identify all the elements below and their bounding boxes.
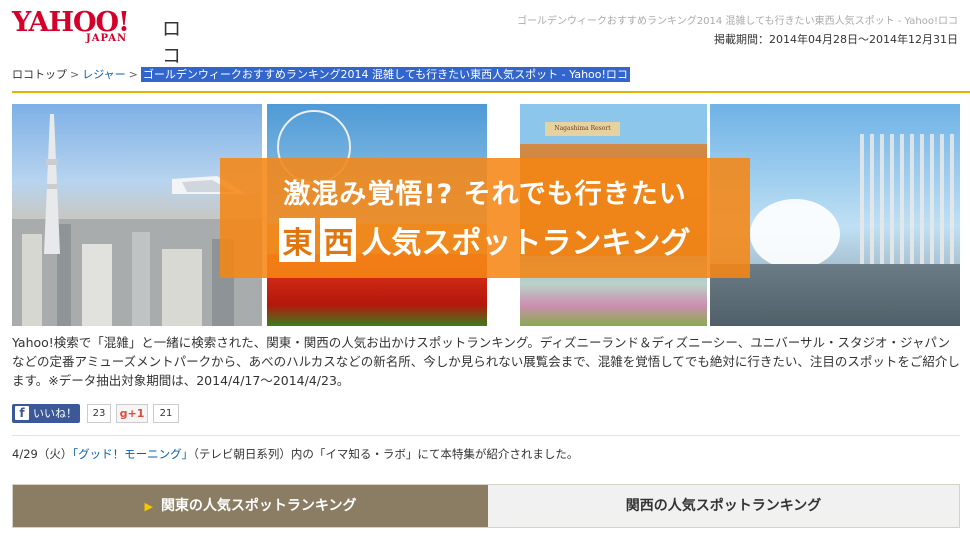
breadcrumb-separator: >	[128, 68, 138, 81]
breadcrumb-loco-top[interactable]: ロコトップ	[12, 68, 67, 81]
tv-note-rest: （テレビ朝日系列）内の「イマ知る・ラボ」にて本特集が紹介されました。	[193, 447, 579, 461]
ranking-tabs: ▶ 関東の人気スポットランキング 関西の人気スポットランキング	[12, 484, 960, 528]
west-box: 西	[320, 218, 357, 262]
play-arrow-icon: ▶	[144, 500, 153, 513]
yahoo-loco-logo[interactable]: YAHOO! JAPAN ロコ	[12, 8, 192, 68]
tab-kansai-label: 関西の人気スポットランキング	[625, 498, 822, 514]
tab-kansai-ranking[interactable]: 関西の人気スポットランキング	[488, 485, 959, 527]
hero-headline-rest: 人気スポットランキング	[361, 226, 691, 261]
tv-note-date: 4/29（火）	[12, 447, 73, 461]
breadcrumb: ロコトップ > レジャー > ゴールデンウィークおすすめランキング2014 混雑しても行…	[12, 66, 630, 82]
breadcrumb-leisure[interactable]: レジャー	[82, 68, 125, 81]
logo-service: ロコ	[162, 18, 182, 67]
header-page-title: ゴールデンウィークおすすめランキング2014 混雑しても行きたい東西人気スポット…	[517, 16, 958, 27]
hero-headline-line2: 東西人気スポットランキング	[220, 218, 750, 262]
intro-text: Yahoo!検索で「混雑」と一緒に検索された、関東・関西の人気お出かけスポットラ…	[12, 335, 960, 388]
breadcrumb-separator: >	[70, 68, 80, 81]
hero-headline-box: 激混み覚悟!? それでも行きたい 東西人気スポットランキング	[220, 158, 750, 278]
water-splash	[750, 199, 840, 269]
section-divider	[12, 435, 960, 436]
good-morning-link[interactable]: 「グッド！モーニング」	[72, 447, 193, 461]
facebook-like-count: 23	[87, 404, 111, 423]
breadcrumb-current: ゴールデンウィークおすすめランキング2014 混雑しても行きたい東西人気スポット…	[140, 67, 630, 82]
tab-kanto-label: 関東の人気スポットランキング	[160, 498, 357, 514]
facebook-like-label: いいね！	[33, 407, 77, 420]
publish-period: 掲載期間：2014年04月28日～2014年12月31日	[714, 33, 958, 46]
facebook-icon: f	[15, 406, 29, 420]
east-box: 東	[279, 218, 316, 262]
facebook-like-button[interactable]: f いいね！	[12, 404, 80, 423]
google-plus-button[interactable]: g+1	[116, 404, 148, 423]
header-rule	[12, 91, 970, 93]
resort-sign: Nagashima Resort	[545, 122, 620, 136]
tab-kanto-ranking[interactable]: ▶ 関東の人気スポットランキング	[13, 485, 488, 527]
tv-note: 4/29（火）「グッド！モーニング」（テレビ朝日系列）内の「イマ知る・ラボ」にて…	[12, 446, 578, 462]
coaster-structure	[860, 134, 960, 274]
hero-headline-line1: 激混み覚悟!? それでも行きたい	[283, 179, 687, 210]
google-plus-count: 21	[153, 404, 179, 423]
logo-sub: JAPAN	[86, 33, 128, 44]
